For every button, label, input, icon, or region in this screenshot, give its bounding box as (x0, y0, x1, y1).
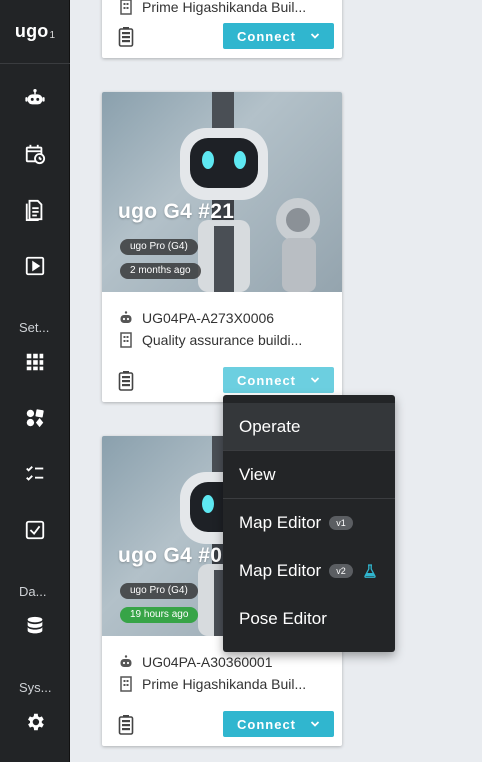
connect-label: Connect (237, 28, 296, 44)
menu-item-label: Map Editor (239, 513, 322, 532)
battery-icon (118, 371, 134, 391)
model-badge: ugo Pro (G4) (120, 239, 198, 255)
building-row: Prime Higashikanda Buil... (118, 676, 328, 692)
check-box-icon[interactable] (23, 518, 47, 542)
app-logo[interactable]: ugo 1 (0, 0, 70, 64)
sidebar: ugo 1 Set... Da... Sys... (0, 0, 70, 762)
last-seen-badge: 2 months ago (120, 263, 201, 279)
chevron-down-icon (310, 377, 320, 383)
chevron-down-icon (310, 721, 320, 727)
connect-label: Connect (237, 372, 296, 388)
menu-item-pose-editor[interactable]: Pose Editor (223, 595, 395, 643)
menu-item-label: Pose Editor (239, 609, 327, 628)
document-icon[interactable] (23, 198, 47, 222)
robot-illustration (180, 92, 320, 292)
version-badge: v1 (329, 516, 353, 530)
battery-icon (118, 715, 134, 735)
building-icon (120, 332, 132, 348)
sidebar-section-settings: Set... (19, 320, 50, 335)
menu-item-map-editor-v2[interactable]: Map Editor v2 (223, 547, 395, 595)
calendar-clock-icon[interactable] (23, 142, 47, 166)
robot-name: ugo G4 #21 (118, 200, 235, 223)
logo-sub: 1 (49, 30, 56, 41)
building-name: Prime Higashikanda Buil... (142, 676, 307, 692)
robot-icon[interactable] (23, 86, 47, 110)
robot-card[interactable]: ugo G4 #21 ugo Pro (G4) 2 months ago UG0… (102, 92, 342, 402)
robot-name: ugo G4 #0 (118, 544, 223, 567)
building-row: Quality assurance buildi... (118, 332, 328, 348)
database-icon[interactable] (23, 614, 47, 638)
connect-button[interactable]: Connect (223, 23, 334, 49)
play-box-icon[interactable] (23, 254, 47, 278)
robot-card: Prime Higashikanda Buil... Connect (102, 0, 342, 58)
checklist-icon[interactable] (23, 462, 47, 486)
connect-label: Connect (237, 716, 296, 732)
grid-icon[interactable] (23, 350, 47, 374)
serial-row: UG04PA-A30360001 (118, 654, 328, 670)
sidebar-section-system: Sys... (19, 680, 52, 695)
menu-item-operate[interactable]: Operate (223, 403, 395, 451)
last-seen-badge: 19 hours ago (120, 607, 199, 623)
serial-number: UG04PA-A30360001 (142, 654, 273, 670)
gear-icon[interactable] (23, 710, 47, 734)
menu-item-label: Map Editor (239, 561, 322, 580)
building-name: Quality assurance buildi... (142, 332, 303, 348)
menu-item-label: Operate (239, 416, 301, 436)
flask-icon (363, 564, 376, 578)
building-name: Prime Higashikanda Buil... (142, 0, 307, 15)
logo-text: ugo (14, 21, 49, 41)
building-icon (120, 0, 132, 15)
menu-item-map-editor-v1[interactable]: Map Editor v1 (223, 499, 395, 547)
battery-icon (118, 27, 134, 47)
shapes-icon[interactable] (23, 406, 47, 430)
model-badge: ugo Pro (G4) (120, 583, 198, 599)
connect-dropdown-menu: Operate View Map Editor v1 Map Editor v2… (223, 395, 395, 652)
connect-button[interactable]: Connect (223, 367, 334, 393)
building-icon (120, 676, 132, 692)
serial-row: UG04PA-A273X0006 (118, 310, 328, 326)
connect-button[interactable]: Connect (223, 711, 334, 737)
robot-small-icon (120, 311, 132, 323)
serial-number: UG04PA-A273X0006 (142, 310, 275, 326)
chevron-down-icon (310, 33, 320, 39)
menu-item-view[interactable]: View (223, 451, 395, 499)
robot-photo: ugo G4 #21 ugo Pro (G4) 2 months ago (102, 92, 342, 292)
building-row: Prime Higashikanda Buil... (118, 0, 328, 15)
version-badge: v2 (329, 564, 353, 578)
sidebar-section-data: Da... (19, 584, 47, 599)
robot-small-icon (120, 655, 132, 667)
menu-item-label: View (239, 464, 276, 484)
